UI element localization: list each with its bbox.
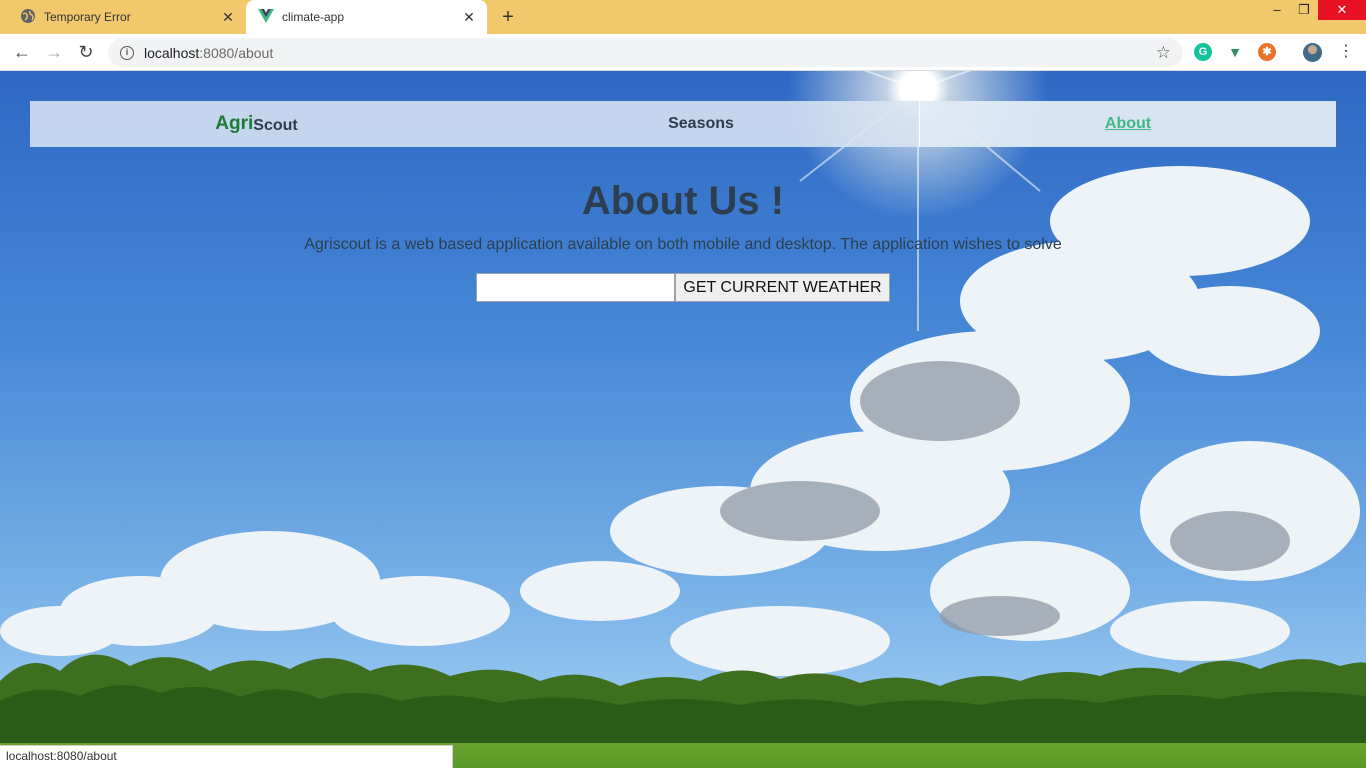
profile-avatar[interactable] [1303, 43, 1322, 62]
url-host: localhost [144, 44, 200, 61]
vue-devtools-icon[interactable]: ▼ [1226, 43, 1244, 61]
tab-strip: Temporary Error ✕ climate-app ✕ + – ❐ ✕ [0, 0, 1366, 34]
maximize-button[interactable]: ❐ [1289, 0, 1319, 20]
browser-toolbar: ← → ↻ i localhost:8080/about ☆ [0, 34, 1366, 71]
tab-temporary-error[interactable]: Temporary Error ✕ [8, 0, 246, 34]
tab-climate-app[interactable]: climate-app ✕ [246, 0, 487, 34]
tab-title: climate-app [282, 10, 345, 24]
about-description: Agriscout is a web based application ava… [304, 236, 1062, 253]
forward-arrow-icon[interactable]: → [44, 42, 64, 62]
extension-orange-icon[interactable]: ✱ [1258, 43, 1276, 61]
address-bar[interactable]: i localhost:8080/about ☆ [108, 38, 1183, 67]
tab-close-icon[interactable]: ✕ [220, 9, 236, 25]
reload-icon[interactable]: ↻ [76, 42, 96, 62]
browser-menu-icon[interactable]: ⋮ [1338, 42, 1354, 62]
site-info-icon[interactable]: i [120, 45, 134, 60]
bookmark-star-icon[interactable]: ☆ [1156, 43, 1171, 63]
page-title: About Us ! [581, 179, 785, 223]
grammarly-icon[interactable]: G [1194, 43, 1212, 61]
url-path: :8080/about [199, 44, 274, 61]
tab-close-icon[interactable]: ✕ [461, 9, 477, 25]
brand-scout: Scout [253, 116, 298, 134]
new-tab-button[interactable]: + [498, 7, 518, 27]
get-current-weather-button[interactable]: GET CURRENT WEATHER [675, 273, 890, 302]
vue-logo-icon [258, 8, 274, 26]
city-input[interactable] [476, 273, 675, 302]
brand-logo[interactable]: Agri Scout [30, 101, 483, 147]
minimize-button[interactable]: – [1262, 0, 1292, 20]
page-viewport: Agri Scout Seasons About About Us ! Agris… [0, 71, 1366, 768]
top-navbar: Agri Scout Seasons About [30, 101, 1336, 147]
brand-agri: Agri [215, 113, 254, 134]
globe-icon [20, 8, 36, 27]
nav-link-about[interactable]: About [919, 101, 1336, 147]
weather-form: GET CURRENT WEATHER [476, 273, 890, 302]
status-bar-url: localhost:8080/about [0, 745, 453, 768]
back-arrow-icon[interactable]: ← [12, 42, 32, 62]
nav-link-seasons[interactable]: Seasons [483, 101, 919, 147]
close-window-button[interactable]: ✕ [1318, 0, 1366, 20]
tree-line [0, 654, 1366, 751]
tab-title: Temporary Error [44, 10, 131, 24]
